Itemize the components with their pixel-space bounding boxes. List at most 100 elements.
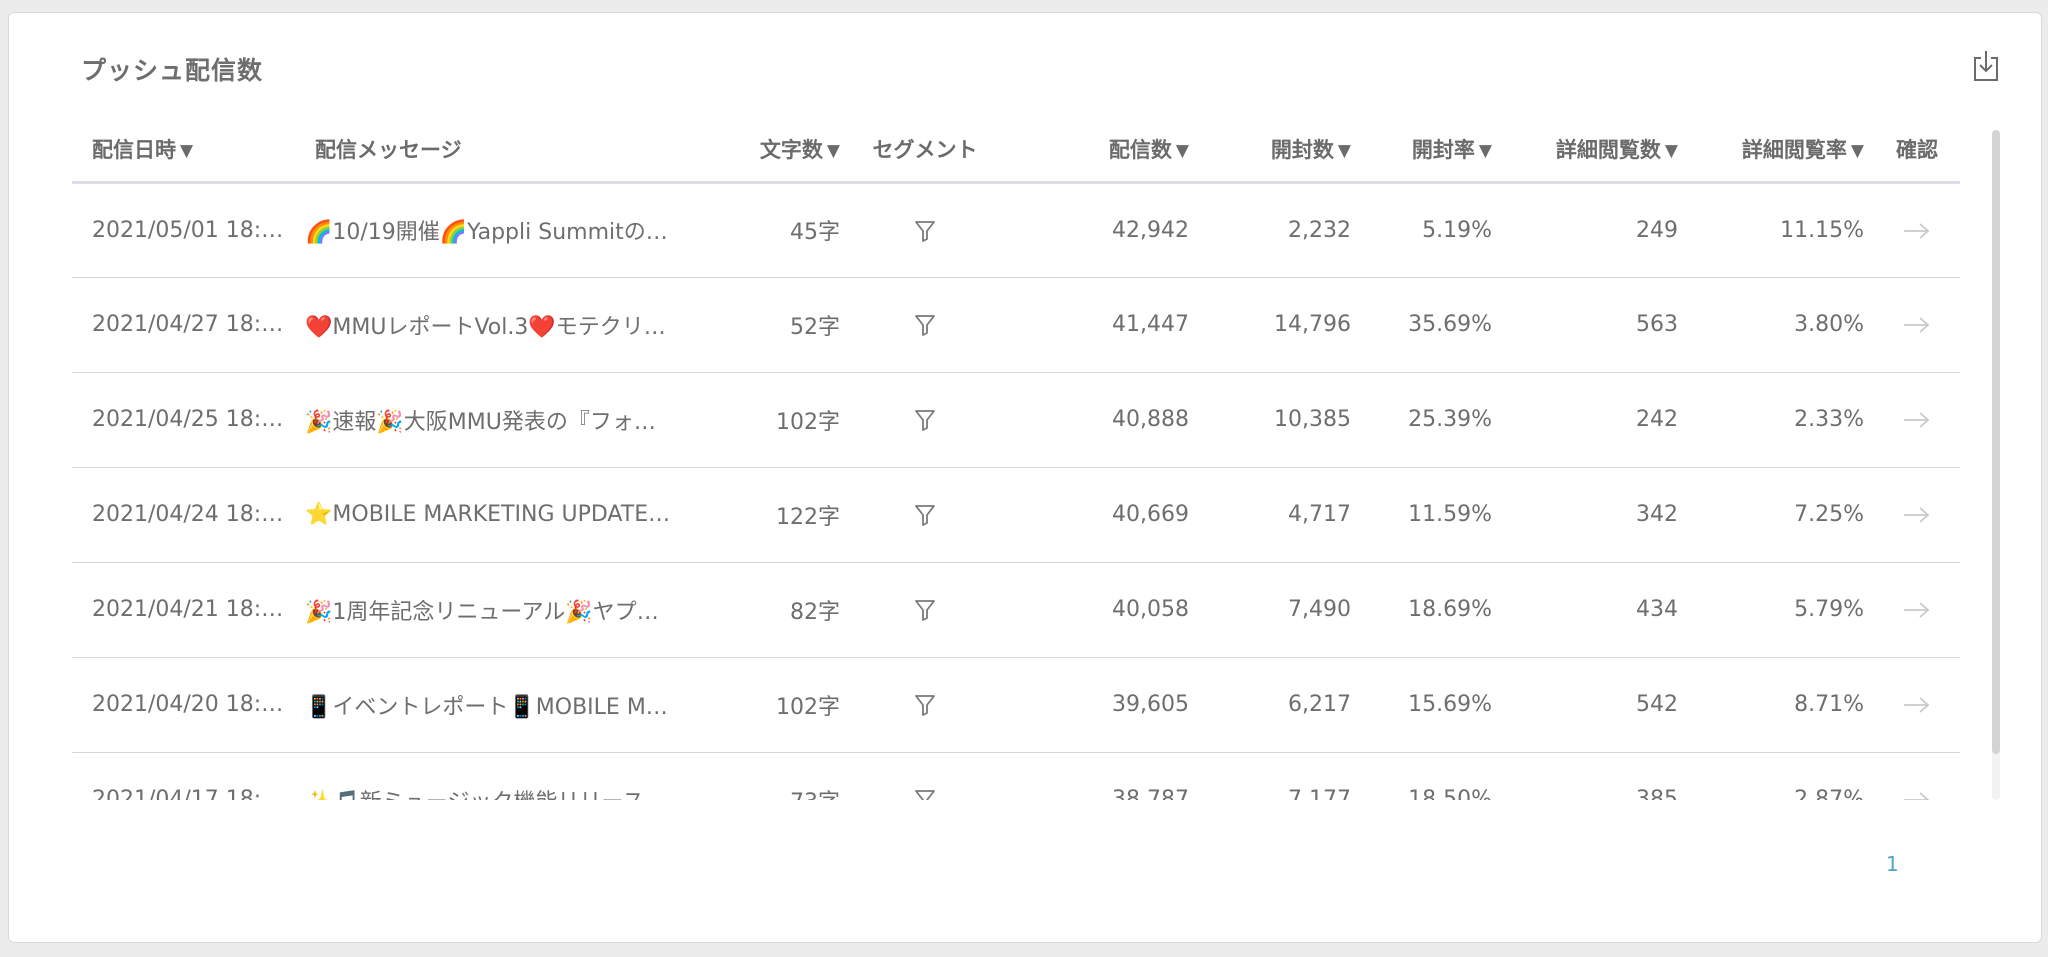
cell-message: 🌈10/19開催🌈Yappli Summitの限定… [295,182,685,278]
cell-detail-rate: 2.87% [1688,752,1874,800]
cell-chars: 122字 [685,467,850,563]
sort-icon: ▼ [1478,141,1492,162]
filter-icon [915,695,935,716]
arrow-right-icon [1904,222,1930,239]
filter-icon [915,790,935,800]
cell-detail-views: 385 [1502,752,1688,800]
cell-message: 📱イベントレポート📱MOBILE MAR… [295,657,685,753]
cell-detail-views: 242 [1502,372,1688,468]
cell-message: ⭐MOBILE MARKETING UPDATE 201… [295,467,685,563]
cell-opened: 2,232 [1199,182,1361,278]
download-button[interactable] [1965,45,2007,87]
table-header-row: 配信日時 ▼ 配信メッセージ 文字数 ▼ セグメント 配信数 ▼ 開封数 ▼ 開封率 ▼ … [72,118,1960,184]
arrow-right-icon [1904,317,1930,333]
cell-chars: 45字 [685,182,850,278]
col-header-chars[interactable]: 文字数 ▼ [685,118,850,184]
cell-confirm[interactable] [1874,277,1960,373]
sort-icon: ▼ [1337,141,1351,162]
filter-icon [915,600,935,621]
cell-segment[interactable] [850,467,1000,563]
cell-date: 2021/04/25 18:00 [72,372,295,468]
filter-icon [915,315,935,336]
panel-title: プッシュ配信数 [81,56,264,85]
cell-open-rate: 18.50% [1361,752,1502,800]
cell-message: ❤️MMUレポートVol.3❤️モテクリエ… [295,277,685,373]
col-header-date[interactable]: 配信日時 ▼ [72,118,295,184]
filter-icon [915,410,935,431]
cell-confirm[interactable] [1874,752,1960,800]
sort-icon: ▼ [1175,141,1189,162]
cell-date: 2021/05/01 18:00 [72,182,295,278]
cell-opened: 14,796 [1199,277,1361,373]
sort-icon: ▼ [1850,141,1864,162]
cell-message: 🎉速報🎉大阪MMU発表の『フォト… [295,372,685,468]
sort-icon: ▼ [1664,141,1678,162]
cell-detail-rate: 8.71% [1688,657,1874,753]
cell-opened: 6,217 [1199,657,1361,753]
scrollbar-thumb[interactable] [1992,130,2000,754]
col-header-message: 配信メッセージ [295,118,685,184]
table-row[interactable]: 2021/04/24 18:00 ⭐MOBILE MARKETING UPDATE… [72,467,1960,563]
cell-segment[interactable] [850,657,1000,753]
cell-date: 2021/04/24 18:00 [72,467,295,563]
col-header-sent[interactable]: 配信数 ▼ [1000,118,1199,184]
cell-chars: 52字 [685,277,850,373]
cell-detail-rate: 2.33% [1688,372,1874,468]
cell-opened: 7,490 [1199,562,1361,658]
sort-icon: ▼ [180,141,194,162]
arrow-right-icon [1904,697,1930,713]
sort-icon: ▼ [826,141,840,162]
table-row[interactable]: 2021/04/17 18:00✨🎵新ミュージック機能リリースの…73字 38,7… [72,752,1960,800]
col-header-confirm: 確認 [1874,118,1960,184]
cell-segment[interactable] [850,182,1000,278]
push-table: 配信日時 ▼ 配信メッセージ 文字数 ▼ セグメント 配信数 ▼ 開封数 ▼ 開封率 ▼ … [72,118,1960,800]
cell-sent: 40,058 [1000,562,1199,658]
download-icon [1974,51,1998,81]
cell-opened: 4,717 [1199,467,1361,563]
cell-detail-rate: 11.15% [1688,182,1874,278]
col-header-detail-rate[interactable]: 詳細閲覧率 ▼ [1688,118,1874,184]
filter-icon [915,220,935,242]
cell-date: 2021/04/27 18:00 [72,277,295,373]
cell-opened: 7,177 [1199,752,1361,800]
cell-detail-views: 542 [1502,657,1688,753]
cell-chars: 82字 [685,562,850,658]
table-row[interactable]: 2021/04/25 18:00 🎉速報🎉大阪MMU発表の『フォト… 102字 40,… [72,372,1960,468]
cell-chars: 73字 [685,752,850,800]
cell-confirm[interactable] [1874,372,1960,468]
cell-open-rate: 11.59% [1361,467,1502,563]
push-table-container[interactable]: 配信日時 ▼ 配信メッセージ 文字数 ▼ セグメント 配信数 ▼ 開封数 ▼ 開封率 ▼ … [72,118,1960,800]
cell-confirm[interactable] [1874,657,1960,753]
filter-icon [915,505,935,526]
cell-date: 2021/04/17 18:00 [72,752,295,800]
cell-chars: 102字 [685,372,850,468]
cell-detail-views: 342 [1502,467,1688,563]
cell-message: 🎉1周年記念リニューアル🎉ヤプリ… [295,562,685,658]
cell-date: 2021/04/21 18:00 [72,562,295,658]
cell-segment[interactable] [850,372,1000,468]
arrow-right-icon [1904,602,1930,618]
table-row[interactable]: 2021/05/01 18:00 🌈10/19開催🌈Yappli Summitの限… [72,182,1960,278]
col-header-detail-views[interactable]: 詳細閲覧数 ▼ [1502,118,1688,184]
cell-segment[interactable] [850,277,1000,373]
cell-confirm[interactable] [1874,182,1960,278]
cell-detail-views: 249 [1502,182,1688,278]
cell-date: 2021/04/20 18:00 [72,657,295,753]
arrow-right-icon [1904,792,1930,800]
cell-opened: 10,385 [1199,372,1361,468]
table-row[interactable]: 2021/04/21 18:00 🎉1周年記念リニューアル🎉ヤプリ… 82字 40,0… [72,562,1960,658]
cell-segment[interactable] [850,752,1000,800]
cell-segment[interactable] [850,562,1000,658]
cell-chars: 102字 [685,657,850,753]
cell-sent: 38,787 [1000,752,1199,800]
cell-confirm[interactable] [1874,467,1960,563]
cell-open-rate: 15.69% [1361,657,1502,753]
cell-sent: 42,942 [1000,182,1199,278]
table-row[interactable]: 2021/04/20 18:00 📱イベントレポート📱MOBILE MAR… 102… [72,657,1960,753]
col-header-open-rate[interactable]: 開封率 ▼ [1361,118,1502,184]
col-header-opened[interactable]: 開封数 ▼ [1199,118,1361,184]
pagination-page-1[interactable]: 1 [1886,852,1899,876]
table-row[interactable]: 2021/04/27 18:00 ❤️MMUレポートVol.3❤️モテクリエ… 52… [72,277,1960,373]
cell-detail-rate: 5.79% [1688,562,1874,658]
cell-confirm[interactable] [1874,562,1960,658]
